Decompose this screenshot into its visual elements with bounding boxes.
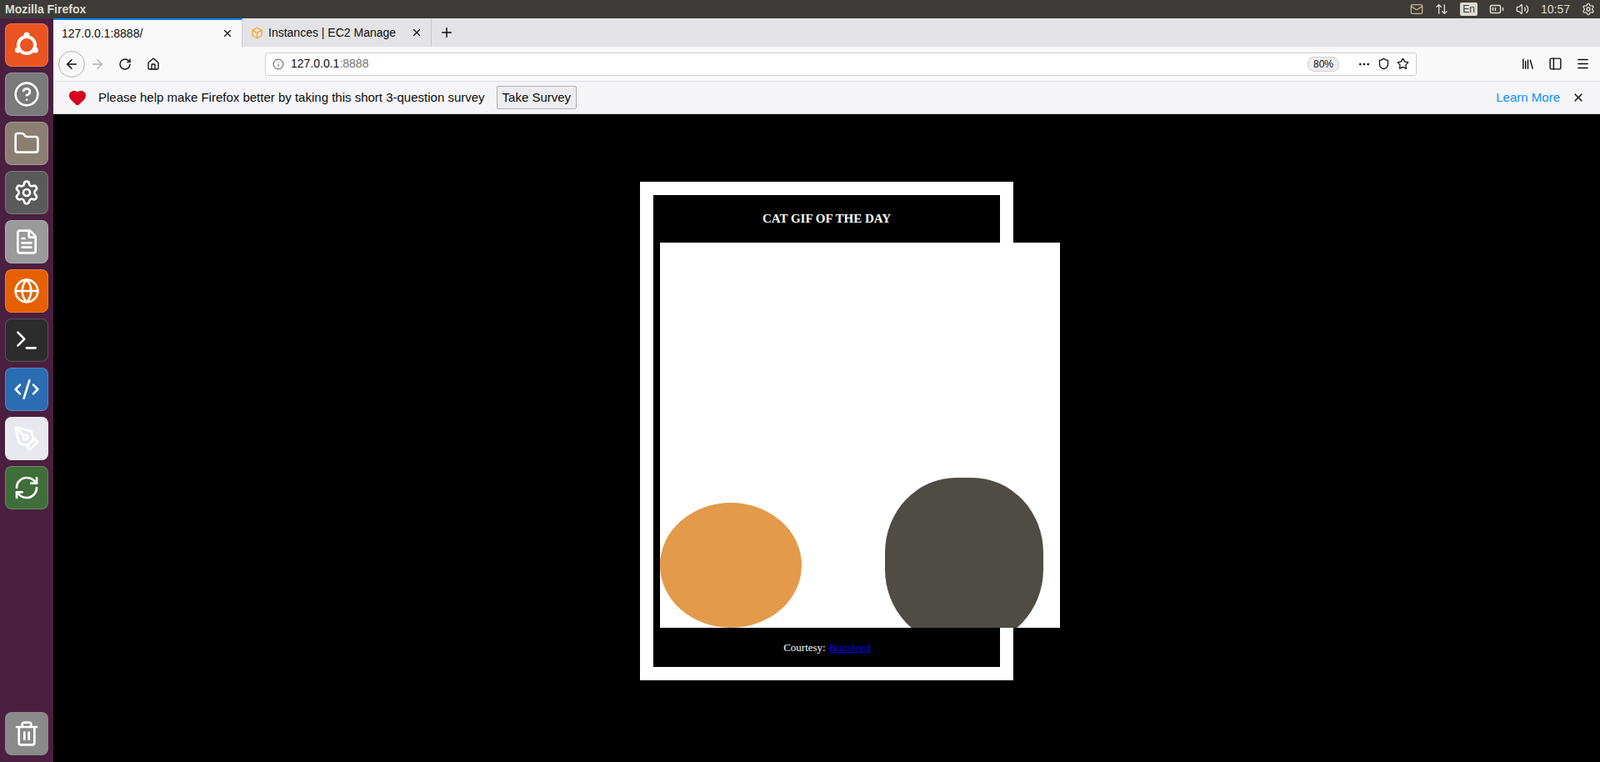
- close-notification-icon[interactable]: [1571, 90, 1585, 105]
- launcher-item[interactable]: [5, 121, 49, 165]
- sidebar-icon[interactable]: [1548, 56, 1563, 71]
- notification-bar: Please help make Firefox better by takin…: [53, 81, 1600, 115]
- launcher-item[interactable]: [5, 23, 49, 67]
- desktop: Mozilla FirefoxEn10:57127.0.0.1:8888/Ins…: [0, 0, 1600, 762]
- forward-icon[interactable]: [90, 56, 105, 72]
- vscode-icon: [13, 375, 40, 403]
- firefox-window: 127.0.0.1:8888/Instances | EC2 Manage127…: [53, 18, 1600, 762]
- tab-label: 127.0.0.1:8888/: [61, 25, 217, 43]
- card-footer: Courtesy:Buzzfeed: [653, 627, 1000, 667]
- settings-icon: [13, 179, 40, 206]
- library-icon[interactable]: [1520, 56, 1535, 71]
- text-editor-icon: [13, 228, 40, 255]
- network-icon[interactable]: [1435, 2, 1449, 16]
- back-icon: [64, 56, 80, 72]
- launcher-item[interactable]: [5, 367, 49, 411]
- help-icon: [13, 80, 40, 108]
- launcher-item[interactable]: [5, 318, 49, 362]
- aws-favicon: [250, 26, 264, 40]
- bookmark-star-icon[interactable]: [1396, 57, 1410, 70]
- window-title: Mozilla Firefox: [5, 0, 86, 19]
- credit-label: Courtesy:: [783, 639, 826, 656]
- tab[interactable]: Instances | EC2 Manage: [242, 18, 432, 47]
- launcher: [0, 18, 54, 762]
- credit-link[interactable]: Buzzfeed: [829, 639, 870, 656]
- url-text: 127.0.0.1:8888: [290, 55, 1301, 73]
- terminal-icon: [13, 326, 40, 354]
- nav-bar: 127.0.0.1:8888 80%: [53, 46, 1600, 82]
- ubuntu-logo-icon: [12, 30, 41, 60]
- files-icon: [13, 130, 40, 157]
- launcher-item[interactable]: [5, 220, 49, 264]
- mail-icon[interactable]: [1410, 2, 1424, 16]
- new-tab-icon[interactable]: [439, 25, 455, 40]
- tab-strip: 127.0.0.1:8888/Instances | EC2 Manage: [53, 18, 1600, 47]
- tab-label: Instances | EC2 Manage: [268, 24, 406, 42]
- back-button[interactable]: [58, 50, 85, 78]
- launcher-item[interactable]: [5, 416, 49, 460]
- system-menu-icon[interactable]: [1581, 2, 1595, 16]
- home-icon[interactable]: [146, 57, 160, 71]
- site-info-icon[interactable]: [272, 58, 285, 70]
- firefox-icon: [13, 277, 40, 305]
- clock[interactable]: 10:57: [1540, 0, 1570, 19]
- url-bar[interactable]: 127.0.0.1:8888 80%: [265, 52, 1417, 76]
- keyboard-indicator[interactable]: En: [1460, 2, 1478, 16]
- reload-icon[interactable]: [118, 57, 132, 71]
- menu-icon[interactable]: [1575, 56, 1590, 71]
- page-content: CAT GIF OF THE DAY Courtesy:Buzzfeed: [53, 114, 1600, 762]
- gif-card: CAT GIF OF THE DAY Courtesy:Buzzfeed: [640, 181, 1014, 680]
- take-survey-button[interactable]: Take Survey: [496, 85, 578, 110]
- close-tab-icon[interactable]: [410, 26, 423, 39]
- zoom-badge[interactable]: 80%: [1307, 56, 1340, 72]
- system-bar: Mozilla Firefox En 10:57: [0, 0, 1600, 19]
- volume-icon[interactable]: [1515, 2, 1530, 16]
- close-tab-icon[interactable]: [221, 27, 234, 40]
- cat-gif: [660, 242, 1060, 628]
- battery-icon[interactable]: [1489, 1, 1505, 17]
- learn-more-link[interactable]: Learn More: [1495, 88, 1560, 108]
- drawing-app-icon: [13, 425, 40, 452]
- launcher-item[interactable]: [5, 72, 49, 116]
- page-actions-icon[interactable]: [1357, 57, 1371, 71]
- pocket-icon[interactable]: [1377, 57, 1390, 70]
- trash-icon: [13, 720, 40, 747]
- launcher-item[interactable]: [5, 170, 49, 215]
- software-updater-icon: [13, 474, 40, 501]
- tab[interactable]: 127.0.0.1:8888/: [53, 18, 243, 47]
- launcher-item[interactable]: [5, 465, 49, 510]
- heart-icon: [68, 88, 87, 107]
- launcher-item[interactable]: [5, 269, 49, 313]
- trash-item[interactable]: [5, 711, 49, 755]
- card-title: CAT GIF OF THE DAY: [653, 195, 1000, 243]
- notification-message: Please help make Firefox better by takin…: [98, 88, 485, 108]
